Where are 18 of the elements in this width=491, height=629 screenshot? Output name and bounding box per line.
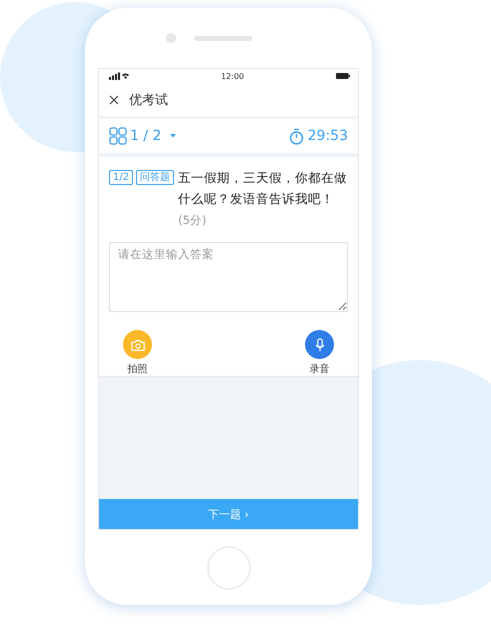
question-number-tag: 1/2 bbox=[109, 170, 134, 185]
signal-wifi-icon bbox=[109, 72, 129, 80]
question-type-tag: 问答题 bbox=[136, 170, 174, 185]
stopwatch-icon bbox=[288, 128, 304, 144]
camera-icon bbox=[130, 338, 144, 352]
speaker-grille bbox=[194, 36, 252, 40]
countdown-timer: 29:53 bbox=[308, 128, 348, 144]
camera-dot bbox=[166, 33, 176, 43]
question-text: 五一假期，三天假，你都在做什么呢？发语音告诉我吧！ bbox=[178, 170, 348, 206]
status-time: 12:00 bbox=[220, 72, 244, 80]
microphone-icon bbox=[312, 338, 326, 352]
answer-field[interactable]: 请在这里输入答案 bbox=[109, 242, 348, 312]
app-title: 优考试 bbox=[129, 92, 168, 108]
grid-icon bbox=[109, 127, 127, 145]
question-score: (5分) bbox=[178, 213, 206, 227]
close-icon[interactable] bbox=[109, 94, 119, 104]
battery-icon bbox=[336, 73, 350, 79]
caret-icon bbox=[170, 134, 176, 138]
